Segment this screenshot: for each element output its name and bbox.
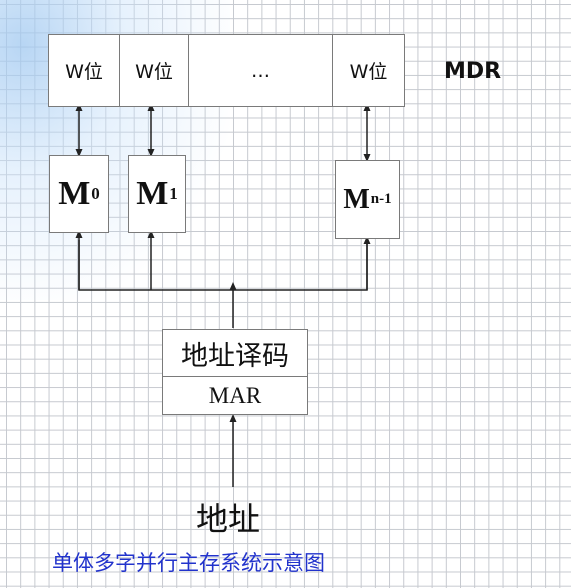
m1-subscript: 1 [169,184,178,203]
mdr-cell-0: W位 [48,34,120,107]
mdr-cell-n-label: W位 [349,61,388,83]
mdr-cell-0-label: W位 [65,61,103,83]
mdr-cell-n: W位 [332,34,405,107]
diagram-caption: 单体多字并行主存系统示意图 [52,551,325,575]
memory-module-m0: M0 [49,155,109,233]
m0-name: M [58,175,91,212]
m0-subscript: 0 [91,184,100,203]
mdr-label: MDR [444,59,502,84]
mn1-subscript: n-1 [370,191,392,207]
mdr-cell-1-label: W位 [135,61,173,83]
mdr-cell-ellipsis: … [188,34,333,107]
memory-module-mn1: Mn-1 [335,160,400,239]
m1-name: M [136,175,169,212]
mdr-cell-1: W位 [119,34,189,107]
mn1-name: M [343,183,370,215]
mdr-ellipsis-label: … [251,59,270,82]
address-bus [78,240,368,291]
address-label: 地址 [196,500,261,538]
decoder-label: 地址译码 [181,340,289,372]
address-decoder: 地址译码 [162,329,308,377]
mar-label: MAR [208,382,262,408]
mar-register: MAR [162,376,308,415]
memory-module-m1: M1 [128,155,186,233]
